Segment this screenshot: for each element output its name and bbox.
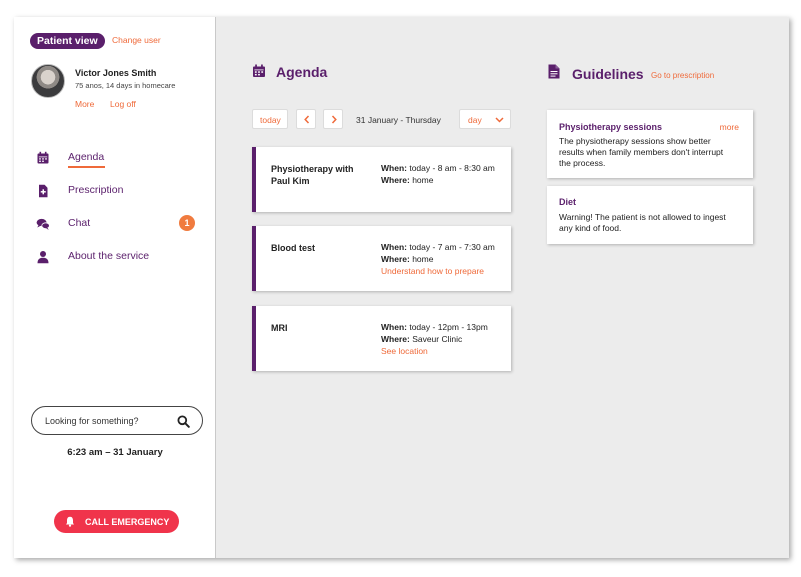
prepare-instructions-link[interactable]: Understand how to prepare — [381, 266, 484, 276]
chevron-down-icon — [495, 117, 504, 123]
sidebar-item-chat[interactable]: Chat 1 — [36, 215, 201, 233]
sidebar: Patient view Change user Victor Jones Sm… — [14, 17, 216, 558]
appointment-card[interactable]: MRI When: today - 12pm - 13pm Where: Sav… — [252, 306, 511, 371]
appointment-title: Blood test — [271, 243, 315, 253]
appointment-card[interactable]: Blood test When: today - 7 am - 7:30 am … — [252, 226, 511, 291]
calendar-icon — [37, 151, 49, 164]
appointment-when: When: today - 12pm - 13pm — [381, 322, 488, 332]
chevron-right-icon — [331, 115, 337, 124]
bell-icon — [66, 516, 74, 527]
avatar — [31, 64, 65, 98]
see-location-link[interactable]: See location — [381, 346, 428, 356]
chevron-left-icon — [304, 115, 310, 124]
go-to-prescription-link[interactable]: Go to prescription — [651, 71, 714, 80]
view-select-value: day — [468, 115, 482, 125]
person-icon — [37, 251, 49, 264]
search-icon[interactable] — [177, 415, 190, 428]
view-select[interactable]: day — [459, 109, 511, 129]
emergency-label: CALL EMERGENCY — [85, 517, 170, 527]
guideline-more-link[interactable]: more — [720, 122, 739, 132]
current-date: 31 January - Thursday — [356, 115, 441, 125]
change-user-link[interactable]: Change user — [112, 35, 161, 45]
more-link[interactable]: More — [75, 99, 94, 109]
chat-bubbles-icon — [36, 218, 50, 230]
document-plus-icon — [39, 184, 48, 198]
user-name: Victor Jones Smith — [75, 68, 157, 78]
appointment-card[interactable]: Physiotherapy with Paul Kim When: today … — [252, 147, 511, 212]
appointment-when: When: today - 8 am - 8:30 am — [381, 163, 495, 173]
current-time: 6:23 am – 31 January — [67, 447, 163, 458]
guideline-card[interactable]: Physiotherapy sessions more The physioth… — [547, 110, 753, 178]
previous-day-button[interactable] — [296, 109, 316, 129]
sidebar-item-label: Agenda — [68, 151, 105, 163]
next-day-button[interactable] — [323, 109, 343, 129]
appointment-where: Where: Saveur Clinic — [381, 334, 463, 344]
user-details: 75 anos, 14 days in homecare — [75, 81, 176, 90]
guideline-card[interactable]: Diet Warning! The patient is not allowed… — [547, 186, 753, 244]
sidebar-item-prescription[interactable]: Prescription — [36, 182, 201, 200]
today-label: today — [260, 115, 281, 125]
guideline-text: The physiotherapy sessions show better r… — [559, 136, 724, 168]
sidebar-item-about[interactable]: About the service — [36, 248, 201, 266]
appointment-title: MRI — [271, 323, 288, 333]
appointment-title: Physiotherapy with Paul Kim — [271, 164, 354, 186]
agenda-title: Agenda — [276, 64, 328, 80]
logout-link[interactable]: Log off — [110, 99, 136, 109]
guideline-title: Physiotherapy sessions — [559, 122, 663, 132]
document-icon — [548, 64, 560, 79]
sidebar-item-label: Prescription — [68, 184, 124, 196]
appointment-when: When: today - 7 am - 7:30 am — [381, 242, 495, 252]
calendar-icon — [253, 64, 265, 77]
call-emergency-button[interactable]: CALL EMERGENCY — [54, 510, 179, 533]
search-input[interactable]: Looking for something? — [31, 406, 203, 435]
guidelines-title: Guidelines — [572, 66, 644, 82]
appointment-where: Where: home — [381, 175, 434, 185]
sidebar-item-label: About the service — [68, 250, 150, 262]
appointment-where: Where: home — [381, 254, 434, 264]
patient-view-badge: Patient view — [30, 33, 105, 49]
sidebar-item-agenda[interactable]: Agenda — [36, 149, 201, 168]
search-placeholder: Looking for something? — [45, 416, 139, 426]
sidebar-item-label: Chat — [68, 217, 91, 229]
guideline-title: Diet — [559, 197, 577, 207]
active-indicator — [68, 166, 105, 168]
guideline-text: Warning! The patient is not allowed to i… — [559, 212, 726, 233]
unread-badge: 1 — [179, 215, 195, 231]
today-button[interactable]: today — [252, 109, 288, 129]
app-window: Patient view Change user Victor Jones Sm… — [14, 17, 789, 558]
